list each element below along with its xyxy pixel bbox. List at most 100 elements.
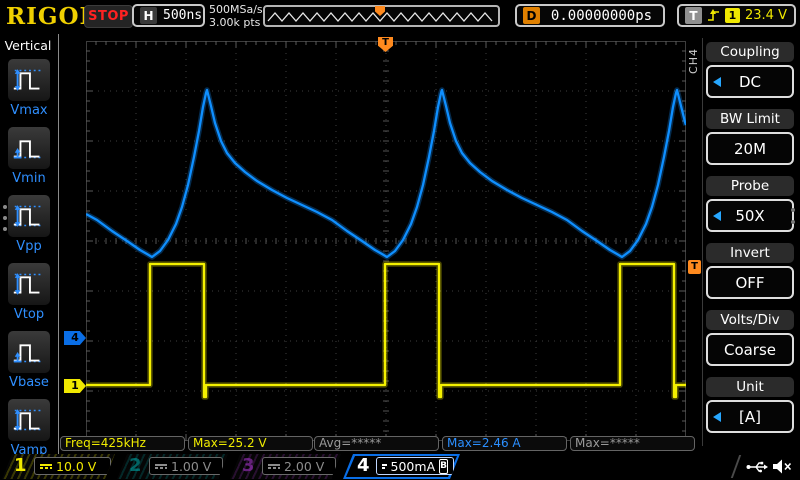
softkey-button[interactable]: Coarse	[706, 333, 794, 366]
measure-item-vtop[interactable]: Vtop	[7, 262, 51, 322]
menu-item-value: 50X	[735, 207, 764, 225]
vbase-icon	[7, 330, 51, 374]
channel-3-status[interactable]: 3 2.00 V	[230, 454, 341, 479]
menu-title: Vertical	[0, 38, 56, 53]
vmax-icon	[7, 58, 51, 102]
horizontal-icon: H	[140, 7, 157, 24]
vmin-icon	[7, 126, 51, 170]
measurement-ch1-max: Max=25.2 V	[188, 436, 313, 451]
dc-coupling-icon	[268, 463, 280, 470]
dc-coupling-icon	[155, 463, 167, 470]
menu-item-value: DC	[739, 73, 761, 91]
measurement-text: Freq=425kHz	[65, 436, 146, 450]
vpp-icon	[7, 194, 51, 238]
vtop-icon	[7, 262, 51, 306]
measure-label: Vbase	[7, 375, 51, 390]
timebase-value: 500ns	[163, 8, 202, 23]
measure-item-vbase[interactable]: Vbase	[7, 330, 51, 390]
delay-readout-box[interactable]: D 0.00000000ps	[515, 4, 665, 27]
run-state-button[interactable]: STOP	[84, 5, 133, 28]
menu-page-dot	[3, 216, 7, 220]
measurement-max2: Max=*****	[570, 436, 695, 451]
channel-2-status[interactable]: 2 1.00 V	[117, 454, 228, 479]
footer-divider	[731, 455, 741, 478]
menu-page-dot	[3, 227, 7, 231]
measurement-avg: Avg=*****	[314, 436, 439, 451]
measure-label: Vmax	[7, 103, 51, 118]
measure-item-vpp[interactable]: Vpp	[7, 194, 51, 254]
menu-item-value: OFF	[735, 274, 764, 292]
menu-item-title: Unit	[706, 377, 794, 397]
softkey-button[interactable]: 50X	[706, 199, 794, 232]
measurement-ch4-max: Max=2.46 A	[442, 436, 567, 451]
delay-value: 0.00000000ps	[551, 8, 652, 24]
menu-item-value: [A]	[739, 408, 761, 426]
vamp-icon	[7, 398, 51, 442]
channel-number: 2	[129, 455, 142, 476]
menu-item-value: Coarse	[724, 341, 776, 359]
channel-scale: 1.00 V	[171, 459, 211, 474]
trigger-readout-box[interactable]: T 1 23.4 V	[677, 4, 796, 27]
graticule-area	[86, 41, 686, 441]
dc-coupling-icon	[40, 463, 52, 470]
measure-item-vamp[interactable]: Vamp	[7, 398, 51, 458]
menu-item-unit[interactable]: Unit [A]	[706, 377, 794, 433]
bw-limit-badge: B	[439, 459, 448, 474]
menu-item-bw-limit[interactable]: BW Limit 20M	[706, 109, 794, 165]
softkey-menu: Coupling DC BW Limit 20M Probe 50X Inver…	[702, 38, 797, 446]
menu-item-title: Coupling	[706, 42, 794, 62]
left-arrow-icon	[713, 211, 721, 221]
trigger-source-badge: 1	[725, 8, 740, 23]
trigger-slope-rising-icon	[707, 8, 720, 23]
waveform-memory-preview	[263, 5, 500, 27]
measurement-text: Max=25.2 V	[193, 436, 267, 450]
ch1-ground-marker: 1	[64, 379, 86, 393]
menu-item-volts-div[interactable]: Volts/Div Coarse	[706, 310, 794, 366]
memory-depth: 3.00k pts	[209, 16, 263, 29]
menu-page-dot	[791, 208, 795, 212]
channel-1-status[interactable]: 1 10.0 V	[2, 454, 115, 479]
measurement-text: Avg=*****	[319, 436, 381, 450]
measure-item-vmax[interactable]: Vmax	[7, 58, 51, 118]
channel-4-status[interactable]: 4 500mA B	[343, 454, 460, 479]
channel-scale: 500mA	[391, 459, 436, 474]
menu-item-title: Probe	[706, 176, 794, 196]
speaker-muted-icon	[772, 458, 792, 475]
vertical-measure-menu: Vertical Vmax Vmin Vpp Vtop Vbase Vamp	[0, 34, 59, 454]
menu-channel-tab: CH4	[687, 48, 700, 74]
menu-item-value: 20M	[734, 140, 766, 158]
measure-label: Vmin	[7, 171, 51, 186]
measure-label: Vtop	[7, 307, 51, 322]
dc-coupling-icon	[382, 463, 387, 470]
usb-icon	[746, 459, 768, 475]
measure-label: Vpp	[7, 239, 51, 254]
channel-number: 1	[14, 455, 27, 476]
sample-rate: 500MSa/s	[209, 3, 263, 16]
softkey-button[interactable]: OFF	[706, 266, 794, 299]
measurement-freq: Freq=425kHz	[60, 436, 185, 451]
measure-item-vmin[interactable]: Vmin	[7, 126, 51, 186]
waveform-traces	[86, 41, 686, 441]
channel-scale: 10.0 V	[56, 459, 96, 474]
oscilloscope-screen: RIGOL STOP H 500ns 500MSa/s 3.00k pts D …	[0, 0, 800, 480]
horizontal-timebase-box[interactable]: H 500ns	[132, 4, 205, 27]
ch4-ground-marker: 4	[64, 331, 86, 345]
menu-page-dot	[791, 220, 795, 224]
trigger-icon: T	[685, 7, 702, 24]
trigger-level-value: 23.4 V	[745, 8, 787, 23]
softkey-button[interactable]: DC	[706, 65, 794, 98]
menu-item-probe[interactable]: Probe 50X	[706, 176, 794, 232]
trigger-level-marker-icon: T	[688, 260, 701, 274]
channel-number: 3	[242, 455, 255, 476]
left-arrow-icon	[713, 77, 721, 87]
menu-page-dot	[3, 205, 7, 209]
menu-item-coupling[interactable]: Coupling DC	[706, 42, 794, 98]
menu-item-title: Volts/Div	[706, 310, 794, 330]
menu-item-title: BW Limit	[706, 109, 794, 129]
menu-item-invert[interactable]: Invert OFF	[706, 243, 794, 299]
menu-item-title: Invert	[706, 243, 794, 263]
measurement-text: Max=2.46 A	[447, 436, 521, 450]
softkey-button[interactable]: [A]	[706, 400, 794, 433]
channel-number: 4	[357, 455, 370, 476]
softkey-button[interactable]: 20M	[706, 132, 794, 165]
